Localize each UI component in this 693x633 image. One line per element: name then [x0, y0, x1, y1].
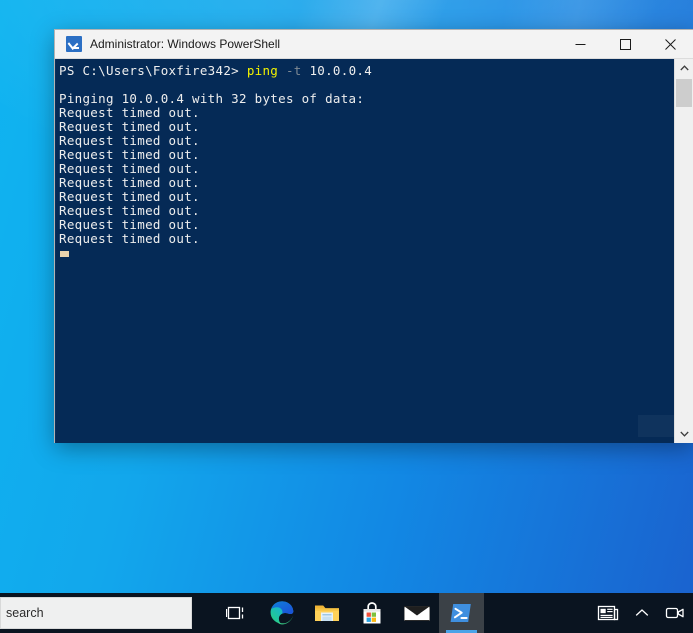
file-explorer-icon: [314, 605, 339, 621]
tray-item-news-and-interests[interactable]: [589, 593, 627, 633]
taskbar-item-microsoft-store[interactable]: [349, 593, 394, 633]
powershell-taskbar-icon: [450, 604, 471, 622]
microsoft-edge-icon: [270, 601, 293, 625]
taskbar-item-microsoft-edge[interactable]: [259, 593, 304, 633]
prompt-path: PS C:\Users\Foxfire342>: [59, 63, 247, 78]
scroll-down-button[interactable]: [675, 425, 693, 443]
system-tray: [589, 593, 693, 633]
window-title: Administrator: Windows PowerShell: [90, 37, 281, 51]
taskbar-item-task-view[interactable]: [214, 593, 259, 633]
console-output-line: Request timed out.: [59, 147, 200, 162]
console-output-line: Request timed out.: [59, 217, 200, 232]
console-output-line: Request timed out.: [59, 105, 200, 120]
powershell-window[interactable]: Administrator: Windows PowerShell PS C:\…: [55, 30, 693, 443]
scrollbar-thumb[interactable]: [676, 79, 692, 107]
console-resize-grip-area: [638, 415, 674, 437]
screen: Administrator: Windows PowerShell PS C:\…: [0, 0, 693, 633]
minimize-icon: [575, 43, 586, 45]
tray-item-meet-now[interactable]: [657, 593, 693, 633]
taskbar-item-file-explorer[interactable]: [304, 593, 349, 633]
tray-item-show-hidden-icons[interactable]: [627, 593, 657, 633]
powershell-icon: [66, 36, 82, 52]
console-output-line: Request timed out.: [59, 119, 200, 134]
maximize-button[interactable]: [603, 30, 648, 58]
prompt-target: 10.0.0.4: [309, 63, 373, 78]
console-output-line: Request timed out.: [59, 133, 200, 148]
scroll-up-icon: [679, 65, 689, 71]
microsoft-store-icon: [363, 602, 380, 624]
taskbar-pinned-apps: [214, 593, 484, 633]
console-body[interactable]: PS C:\Users\Foxfire342> ping -t 10.0.0.4…: [55, 59, 693, 443]
chevron-up-icon: [635, 609, 649, 616]
search-placeholder-text: search: [6, 606, 44, 620]
console-prompt-line: PS C:\Users\Foxfire342> ping -t 10.0.0.4: [58, 64, 674, 78]
console-cursor: [60, 251, 69, 257]
taskbar-item-mail[interactable]: [394, 593, 439, 633]
console-output-line: Request timed out.: [59, 161, 200, 176]
scroll-down-icon: [679, 431, 689, 437]
console-scrollbar[interactable]: [674, 59, 693, 443]
window-title-bar[interactable]: Administrator: Windows PowerShell: [55, 30, 693, 59]
prompt-flag: -t: [285, 63, 302, 78]
console-output-line: Request timed out.: [59, 189, 200, 204]
news-and-interests-icon: [597, 605, 619, 621]
console-output-line: Request timed out.: [59, 203, 200, 218]
console-output-line: Request timed out.: [59, 175, 200, 190]
task-view-icon: [225, 606, 243, 620]
mail-icon: [403, 606, 430, 621]
taskbar-item-windows-powershell[interactable]: [439, 593, 484, 633]
close-icon: [665, 38, 676, 50]
meet-now-camera-icon: [665, 607, 684, 619]
close-button[interactable]: [648, 30, 693, 58]
prompt-command: ping: [246, 63, 279, 78]
console-output-area[interactable]: PS C:\Users\Foxfire342> ping -t 10.0.0.4…: [56, 59, 674, 443]
maximize-icon: [620, 38, 631, 50]
console-output-lines: Pinging 10.0.0.4 with 32 bytes of data: R…: [58, 78, 674, 246]
taskbar: search: [0, 593, 693, 633]
taskbar-search-box[interactable]: search: [0, 597, 192, 629]
console-output-line: Pinging 10.0.0.4 with 32 bytes of data:: [59, 91, 365, 106]
console-output-line: Request timed out.: [59, 231, 200, 246]
scroll-up-button[interactable]: [675, 59, 693, 77]
minimize-button[interactable]: [558, 30, 603, 58]
